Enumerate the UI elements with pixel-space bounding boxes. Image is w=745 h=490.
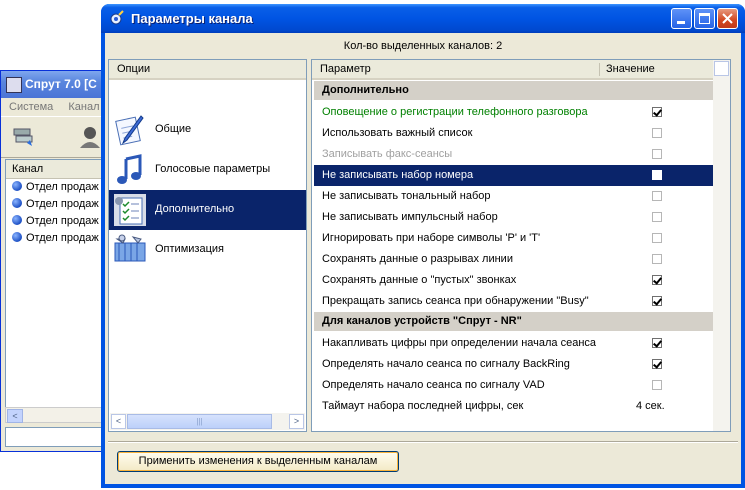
param-label: Не записывать импульсный набор	[322, 211, 498, 223]
table-row[interactable]: Не записывать тональный набор	[314, 186, 726, 207]
table-row[interactable]: Записывать факс-сеансы	[314, 144, 726, 165]
app-icon	[6, 77, 22, 93]
minimize-button[interactable]	[671, 8, 692, 29]
checkbox-unchecked[interactable]	[652, 212, 662, 222]
close-icon	[722, 13, 733, 24]
dialog-client-area: Кол-во выделенных каналов: 2 Опции Общие	[105, 33, 741, 484]
apply-to-selected-button[interactable]: Применить изменения к выделенным каналам	[117, 451, 399, 472]
table-row[interactable]: Использовать важный список	[314, 123, 726, 144]
close-button[interactable]	[717, 8, 738, 29]
param-label: Определять начало сеанса по сигналу Back…	[322, 358, 570, 370]
channel-status-icon	[12, 232, 22, 242]
param-label: Игнорировать при наборе символы 'P' и 'T…	[322, 232, 541, 244]
section-header: Дополнительно	[314, 81, 726, 100]
checkbox-unchecked[interactable]	[652, 380, 662, 390]
param-label: Прекращать запись сеанса при обнаружении…	[322, 295, 589, 307]
option-label: Общие	[155, 123, 192, 135]
user-toolbar-icon[interactable]	[77, 125, 103, 149]
channel-status-icon	[12, 181, 22, 191]
channels-toolbar-icon[interactable]	[11, 125, 37, 149]
table-row[interactable]: Накапливать цифры при определении начала…	[314, 333, 726, 354]
scroll-up-icon[interactable]	[714, 61, 729, 76]
checkbox-unchecked[interactable]	[652, 149, 662, 159]
scroll-thumb[interactable]: |||	[127, 414, 272, 429]
background-window-title: Спрут 7.0 [С	[25, 77, 97, 91]
param-label: Накапливать цифры при определении начала…	[322, 337, 597, 349]
music-note-icon	[117, 154, 142, 184]
params-header: Параметр Значение	[312, 60, 730, 80]
scroll-left-icon[interactable]: <	[7, 409, 23, 423]
section-title: Для каналов устройств "Спрут - NR"	[322, 315, 522, 327]
checkbox-checked[interactable]	[652, 338, 662, 348]
checkbox-unchecked[interactable]	[652, 170, 662, 180]
menu-system[interactable]: Система	[9, 101, 53, 113]
pen-notepad-icon	[115, 115, 144, 146]
param-label: Таймаут набора последней цифры, сек	[322, 400, 524, 412]
param-value[interactable]: 4 сек.	[636, 396, 665, 417]
table-row[interactable]: Прекращать запись сеанса при обнаружении…	[314, 291, 726, 312]
param-label: Записывать факс-сеансы	[322, 148, 453, 160]
checkbox-checked[interactable]	[652, 107, 662, 117]
option-additional[interactable]: Дополнительно	[109, 190, 306, 230]
maximize-button[interactable]	[694, 8, 715, 29]
parameters-grid[interactable]: Параметр Значение Дополнительно Оповещени…	[311, 59, 731, 432]
checkbox-checked[interactable]	[652, 296, 662, 306]
table-row[interactable]: Не записывать набор номера	[314, 165, 726, 186]
option-general[interactable]: Общие	[109, 110, 306, 150]
section-title: Дополнительно	[322, 84, 409, 96]
table-row[interactable]: Игнорировать при наборе символы 'P' и 'T…	[314, 228, 726, 249]
section-header: Для каналов устройств "Спрут - NR"	[314, 312, 726, 331]
dialog-app-icon	[110, 10, 124, 25]
value-column-header[interactable]: Значение	[606, 60, 655, 78]
param-label: Использовать важный список	[322, 127, 473, 139]
option-label: Дополнительно	[155, 203, 235, 215]
scroll-right-icon[interactable]: >	[289, 414, 304, 429]
checkbox-unchecked[interactable]	[652, 254, 662, 264]
options-hscrollbar[interactable]: < ||| >	[110, 413, 305, 430]
minimize-icon	[677, 21, 685, 24]
checklist-icon	[114, 194, 146, 226]
param-label: Определять начало сеанса по сигналу VAD	[322, 379, 545, 391]
column-separator[interactable]	[599, 63, 600, 76]
tools-icon	[114, 234, 146, 262]
option-voice[interactable]: Голосовые параметры	[109, 150, 306, 190]
channel-status-icon	[12, 198, 22, 208]
checkbox-unchecked[interactable]	[652, 128, 662, 138]
table-row[interactable]: Определять начало сеанса по сигналу VAD	[314, 375, 726, 396]
checkbox-checked[interactable]	[652, 359, 662, 369]
scroll-left-icon[interactable]: <	[111, 414, 126, 429]
checkbox-unchecked[interactable]	[652, 233, 662, 243]
dialog-title: Параметры канала	[131, 11, 253, 26]
option-optimization[interactable]: Оптимизация	[109, 230, 306, 270]
table-row[interactable]: Таймаут набора последней цифры, сек 4 сек…	[314, 396, 726, 417]
table-row[interactable]: Сохранять данные о разрывах линии	[314, 249, 726, 270]
options-header: Опции	[109, 60, 306, 80]
footer-divider	[108, 441, 738, 443]
maximize-icon	[699, 13, 710, 24]
dialog-title-bar[interactable]: Параметры канала	[101, 4, 745, 33]
table-row[interactable]: Определять начало сеанса по сигналу Back…	[314, 354, 726, 375]
menu-channel[interactable]: Канал	[68, 101, 99, 113]
param-label: Сохранять данные о "пустых" звонках	[322, 274, 517, 286]
channel-status-icon	[12, 215, 22, 225]
param-label: Не записывать набор номера	[322, 169, 474, 181]
param-column-header[interactable]: Параметр	[320, 60, 371, 78]
param-label: Сохранять данные о разрывах линии	[322, 253, 513, 265]
selected-channels-count: Кол-во выделенных каналов: 2	[343, 40, 503, 52]
param-label: Оповещение о регистрации телефонного раз…	[322, 106, 588, 118]
table-row[interactable]: Оповещение о регистрации телефонного раз…	[314, 102, 726, 123]
channel-params-dialog: Параметры канала Кол-во выделенных канал…	[101, 4, 745, 488]
option-label: Голосовые параметры	[155, 163, 271, 175]
param-label: Не записывать тональный набор	[322, 190, 491, 202]
params-vscrollbar[interactable]	[713, 60, 730, 431]
checkbox-unchecked[interactable]	[652, 191, 662, 201]
options-panel[interactable]: Опции Общие Голосовые параметры Дополнит…	[108, 59, 307, 432]
checkbox-checked[interactable]	[652, 275, 662, 285]
option-label: Оптимизация	[155, 243, 224, 255]
table-row[interactable]: Не записывать импульсный набор	[314, 207, 726, 228]
table-row[interactable]: Сохранять данные о "пустых" звонках	[314, 270, 726, 291]
